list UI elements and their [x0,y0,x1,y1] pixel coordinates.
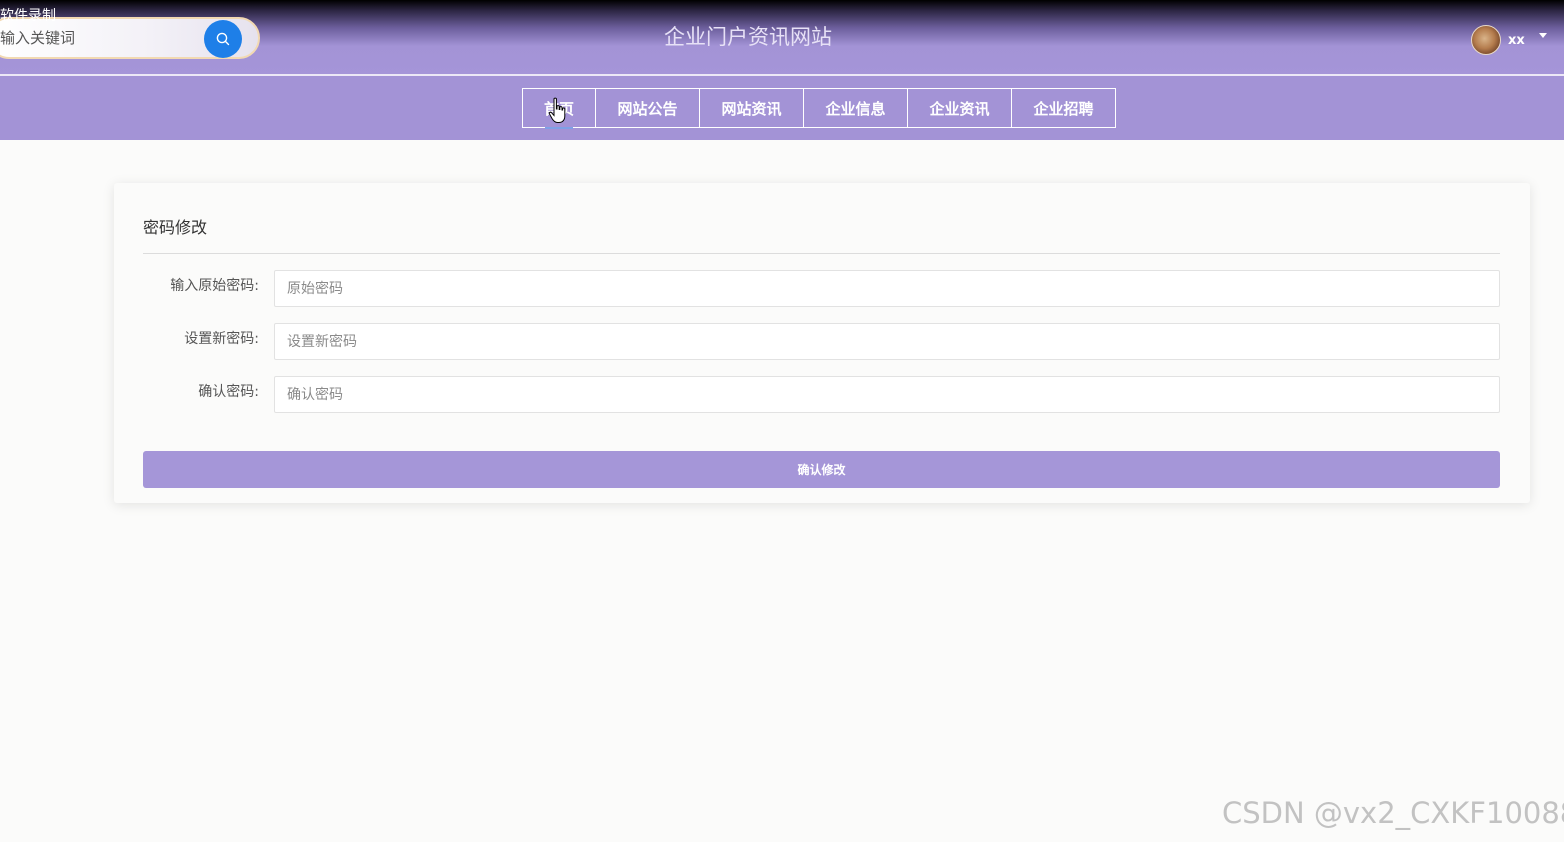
new-password-input[interactable] [274,323,1500,360]
card-divider [143,253,1500,254]
search-input[interactable] [0,23,200,53]
new-password-label: 设置新密码: [184,331,259,347]
site-title: 企业门户资讯网站 [664,25,832,49]
top-header: 软件录制 企业门户资讯网站 xx [0,0,1564,75]
nav-item-recruitment[interactable]: 企业招聘 [1011,88,1116,128]
search-button[interactable] [204,20,242,58]
main-nav: 首页 网站公告 网站资讯 企业信息 企业资讯 企业招聘 [0,76,1564,140]
search-icon [216,32,230,46]
confirm-password-input[interactable] [274,376,1500,413]
hand-cursor-icon [548,97,566,123]
avatar[interactable] [1471,25,1501,55]
form-row-confirm-password: 确认密码: [114,376,1530,414]
nav-item-company-news[interactable]: 企业资讯 [907,88,1012,128]
nav-item-company-info[interactable]: 企业信息 [803,88,908,128]
confirm-change-button[interactable]: 确认修改 [143,451,1500,488]
old-password-label: 输入原始密码: [170,278,259,294]
nav-list: 首页 网站公告 网站资讯 企业信息 企业资讯 企业招聘 [522,88,1116,129]
caret-down-icon[interactable] [1539,33,1547,38]
confirm-password-label: 确认密码: [198,384,259,400]
card-title: 密码修改 [143,218,208,237]
user-name[interactable]: xx [1508,33,1525,48]
password-card: 密码修改 输入原始密码: 设置新密码: 确认密码: 确认修改 [114,183,1530,503]
nav-item-site-news[interactable]: 网站资讯 [699,88,804,128]
nav-item-notices[interactable]: 网站公告 [595,88,700,128]
form-row-new-password: 设置新密码: [114,323,1530,361]
user-menu[interactable]: xx [1471,25,1525,55]
form-row-old-password: 输入原始密码: [114,270,1530,308]
old-password-input[interactable] [274,270,1500,307]
watermark: CSDN @vx2_CXKF10088 [1222,796,1564,830]
recording-label: 软件录制 [0,8,56,24]
